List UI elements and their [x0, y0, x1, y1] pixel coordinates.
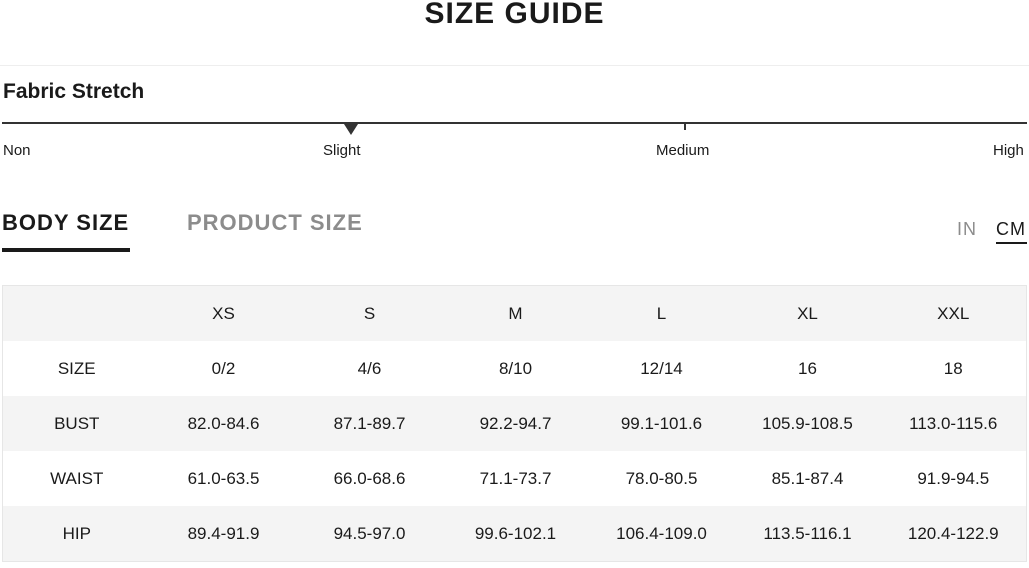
table-row-label: WAIST [2, 451, 151, 506]
table-header-cell: L [588, 285, 735, 341]
table-cell: 4/6 [296, 341, 443, 396]
table-cell: 82.0-84.6 [150, 396, 297, 451]
table-cell: 113.5-116.1 [734, 506, 881, 562]
table-row: HIP 89.4-91.9 94.5-97.0 99.6-102.1 106.4… [2, 506, 1027, 562]
tab-product-size[interactable]: PRODUCT SIZE [187, 209, 363, 237]
table-cell: 120.4-122.9 [880, 506, 1027, 562]
table-cell: 91.9-94.5 [880, 451, 1027, 506]
table-cell: 16 [734, 341, 881, 396]
table-cell: 87.1-89.7 [296, 396, 443, 451]
stretch-scale-line [2, 122, 1027, 124]
table-cell: 106.4-109.0 [588, 506, 735, 562]
stretch-level-slight: Slight [323, 142, 361, 159]
table-header-cell: XXL [880, 285, 1027, 341]
page-title: SIZE GUIDE [424, 0, 605, 30]
table-cell: 99.6-102.1 [442, 506, 589, 562]
table-cell: 92.2-94.7 [442, 396, 589, 451]
table-row: SIZE 0/2 4/6 8/10 12/14 16 18 [2, 341, 1027, 396]
table-cell: 105.9-108.5 [734, 396, 881, 451]
table-cell: 12/14 [588, 341, 735, 396]
table-header-cell [2, 285, 151, 341]
tab-body-size[interactable]: BODY SIZE [2, 209, 129, 237]
table-row: BUST 82.0-84.6 87.1-89.7 92.2-94.7 99.1-… [2, 396, 1027, 451]
stretch-level-medium: Medium [656, 142, 710, 159]
stretch-scale-tick-medium [684, 122, 686, 130]
table-row-label: HIP [2, 506, 151, 562]
table-cell: 71.1-73.7 [442, 451, 589, 506]
table-cell: 0/2 [150, 341, 297, 396]
table-cell: 61.0-63.5 [150, 451, 297, 506]
table-header-row: XS S M L XL XXL [2, 285, 1027, 341]
table-header-cell: M [442, 285, 589, 341]
table-header-cell: XS [150, 285, 297, 341]
table-cell: 94.5-97.0 [296, 506, 443, 562]
tab-body-size-underline [2, 248, 130, 252]
table-cell: 113.0-115.6 [880, 396, 1027, 451]
triangle-down-icon [344, 124, 358, 135]
table-header-cell: XL [734, 285, 881, 341]
table-cell: 89.4-91.9 [150, 506, 297, 562]
fabric-stretch-label: Fabric Stretch [3, 80, 145, 103]
stretch-level-non: Non [3, 142, 31, 159]
unit-toggle-in[interactable]: IN [957, 218, 977, 240]
table-row-label: SIZE [2, 341, 151, 396]
unit-toggle-cm[interactable]: CM [996, 218, 1026, 240]
size-chart-table: XS S M L XL XXL SIZE 0/2 4/6 8/10 12/14 … [2, 285, 1027, 562]
unit-cm-underline [996, 242, 1027, 244]
stretch-level-high: High [993, 142, 1024, 159]
table-cell: 18 [880, 341, 1027, 396]
table-header-cell: S [296, 285, 443, 341]
table-row-label: BUST [2, 396, 151, 451]
table-row: WAIST 61.0-63.5 66.0-68.6 71.1-73.7 78.0… [2, 451, 1027, 506]
table-cell: 99.1-101.6 [588, 396, 735, 451]
table-cell: 78.0-80.5 [588, 451, 735, 506]
table-cell: 85.1-87.4 [734, 451, 881, 506]
title-divider [0, 65, 1029, 66]
table-cell: 66.0-68.6 [296, 451, 443, 506]
table-cell: 8/10 [442, 341, 589, 396]
